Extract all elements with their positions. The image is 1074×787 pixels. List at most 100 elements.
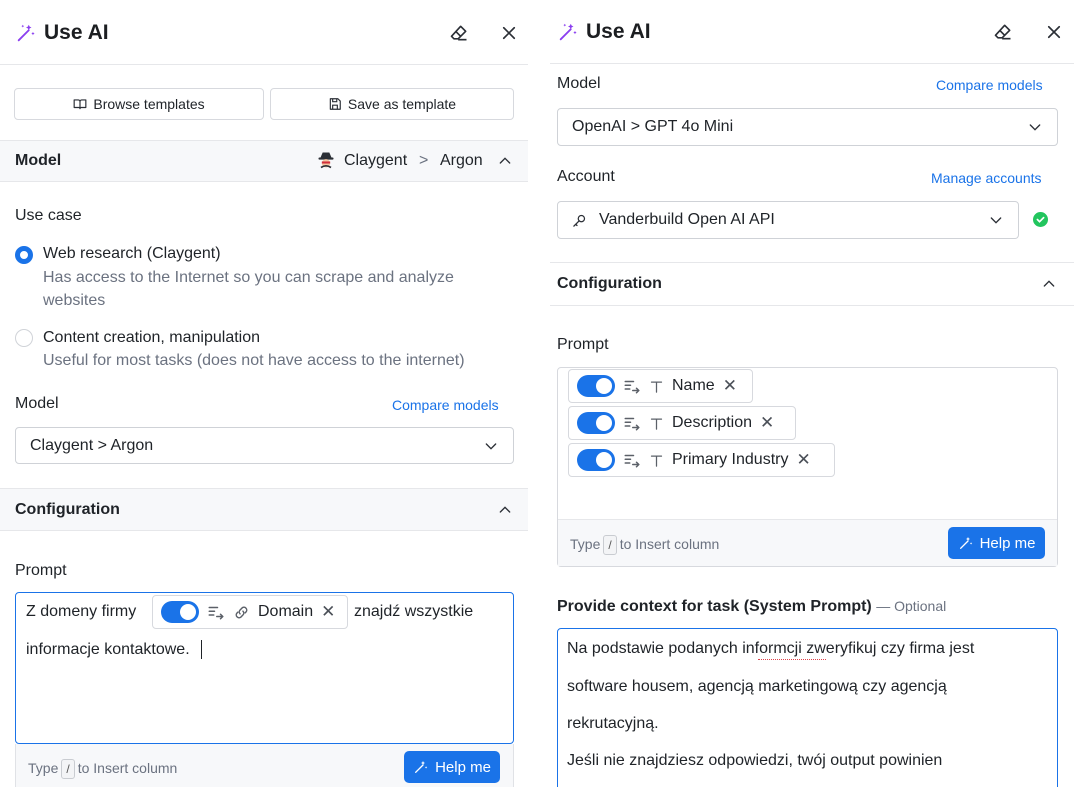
browse-templates-button[interactable]: Browse templates	[14, 88, 264, 120]
compare-models-link[interactable]: Compare models	[392, 397, 499, 413]
text-cursor	[201, 640, 202, 659]
model-provider: Claygent	[344, 152, 408, 169]
list-arrow-icon	[624, 417, 640, 431]
account-select[interactable]: Vanderbuild Open AI API	[557, 201, 1019, 239]
close-icon[interactable]	[1045, 23, 1063, 41]
left-use-ai-panel: Use AI Browse templates Save as template…	[0, 0, 528, 787]
prompt-text-before: Z domeny firmy	[26, 603, 137, 620]
chip-label: Name	[672, 377, 715, 394]
chip-toggle[interactable]	[577, 412, 615, 434]
close-icon[interactable]	[500, 24, 518, 42]
magic-wand-icon	[959, 537, 972, 549]
help-me-label: Help me	[435, 758, 491, 776]
configuration-title: Configuration	[557, 275, 662, 292]
eraser-icon[interactable]	[449, 23, 469, 43]
model-select[interactable]: Claygent > Argon	[15, 427, 514, 464]
radio-web-research[interactable]	[15, 246, 33, 264]
magic-wand-icon	[559, 23, 577, 41]
system-prompt-line: software housem, agencją marketingową cz…	[567, 678, 947, 695]
account-select-value: Vanderbuild Open AI API	[599, 211, 775, 228]
model-select-value: Claygent > Argon	[30, 436, 154, 454]
compare-models-link[interactable]: Compare models	[936, 77, 1043, 93]
list-arrow-icon	[624, 380, 640, 394]
chevron-down-icon	[485, 442, 497, 450]
chip-label: Primary Industry	[672, 451, 789, 468]
claygent-agent-icon	[318, 152, 334, 169]
chevron-down-icon	[990, 217, 1002, 224]
remove-chip-icon[interactable]: ✕	[796, 450, 810, 470]
option-content-creation-label[interactable]: Content creation, manipulation	[43, 329, 260, 347]
list-arrow-icon	[624, 454, 640, 468]
text-type-icon	[650, 418, 663, 430]
radio-content-creation[interactable]	[15, 329, 33, 347]
prompt-text-after: znajdź wszystkie	[354, 603, 474, 620]
book-open-icon	[73, 99, 87, 110]
hint-type: Type	[570, 536, 601, 552]
remove-chip-icon[interactable]: ✕	[321, 602, 335, 622]
domain-column-chip[interactable]: Domain ✕	[152, 595, 348, 629]
slash-key: /	[61, 759, 75, 779]
eraser-icon[interactable]	[993, 22, 1013, 42]
hint-insert-column: to Insert column	[619, 536, 720, 552]
chevron-up-icon[interactable]	[497, 153, 513, 169]
system-prompt-line: rekrutacyjną.	[567, 715, 659, 732]
chip-label: Description	[672, 414, 753, 431]
account-label: Account	[557, 168, 615, 185]
system-prompt-line: Jeśli nie znajdziesz odpowiedzi, twój ou…	[567, 752, 943, 769]
model-section-title: Model	[15, 152, 62, 169]
remove-chip-icon[interactable]: ✕	[760, 413, 774, 433]
browse-templates-label: Browse templates	[93, 96, 205, 112]
save-disk-icon	[329, 98, 341, 110]
option-web-research-description: Has access to the Internet so you can sc…	[43, 269, 454, 286]
text-type-icon	[650, 381, 663, 393]
prompt-text-line2: informacje kontaktowe.	[26, 641, 190, 658]
model-select[interactable]: OpenAI > GPT 4o Mini	[557, 108, 1058, 146]
chip-toggle[interactable]	[161, 601, 199, 623]
prompt-label: Prompt	[15, 562, 67, 579]
remove-chip-icon[interactable]: ✕	[723, 376, 737, 396]
name-column-chip[interactable]: Name ✕	[568, 369, 753, 403]
magic-wand-icon	[415, 761, 428, 773]
help-me-button[interactable]: Help me	[948, 527, 1045, 559]
manage-accounts-link[interactable]: Manage accounts	[931, 170, 1042, 186]
link-icon	[235, 606, 248, 618]
prompt-label: Prompt	[557, 336, 609, 353]
right-use-ai-panel: Use AI Model Compare models OpenAI > GPT…	[542, 0, 1074, 787]
chip-toggle[interactable]	[577, 375, 615, 397]
chevron-up-icon[interactable]	[1041, 276, 1057, 292]
key-icon	[573, 214, 586, 227]
chevron-up-icon[interactable]	[497, 502, 513, 518]
list-arrow-icon	[208, 606, 224, 620]
breadcrumb-separator: >	[419, 152, 429, 169]
help-me-label: Help me	[979, 534, 1036, 552]
text-type-icon	[650, 455, 663, 467]
optional-tag: — Optional	[876, 598, 947, 614]
header-divider	[0, 64, 528, 65]
insert-column-hint: Type / to Insert column	[28, 759, 177, 779]
help-me-button[interactable]: Help me	[404, 751, 500, 783]
option-web-research-label[interactable]: Web research (Claygent)	[43, 245, 221, 263]
system-prompt-label: Provide context for task (System Prompt)…	[557, 598, 946, 616]
header-divider	[550, 63, 1074, 64]
insert-column-hint: Type / to Insert column	[570, 535, 719, 555]
model-name: Argon	[440, 152, 483, 169]
divider	[550, 305, 1074, 306]
system-prompt-title: Provide context for task (System Prompt)	[557, 598, 872, 615]
save-as-template-button[interactable]: Save as template	[270, 88, 514, 120]
spellcheck-underline	[758, 658, 826, 660]
option-content-creation-description: Useful for most tasks (does not have acc…	[43, 352, 465, 369]
system-prompt-line: Na podstawie podanych informcji zweryfik…	[567, 640, 975, 657]
option-web-research-description-line2: websites	[43, 292, 106, 309]
configuration-title: Configuration	[15, 501, 120, 518]
model-label: Model	[557, 75, 601, 92]
panel-title: Use AI	[586, 20, 651, 43]
model-label: Model	[15, 395, 59, 412]
description-column-chip[interactable]: Description ✕	[568, 406, 796, 440]
chip-label: Domain	[258, 603, 314, 620]
primary-industry-column-chip[interactable]: Primary Industry ✕	[568, 443, 835, 477]
hint-insert-column: to Insert column	[77, 760, 178, 776]
slash-key: /	[603, 535, 617, 555]
magic-wand-icon	[17, 24, 35, 42]
use-case-title: Use case	[15, 207, 82, 224]
chip-toggle[interactable]	[577, 449, 615, 471]
